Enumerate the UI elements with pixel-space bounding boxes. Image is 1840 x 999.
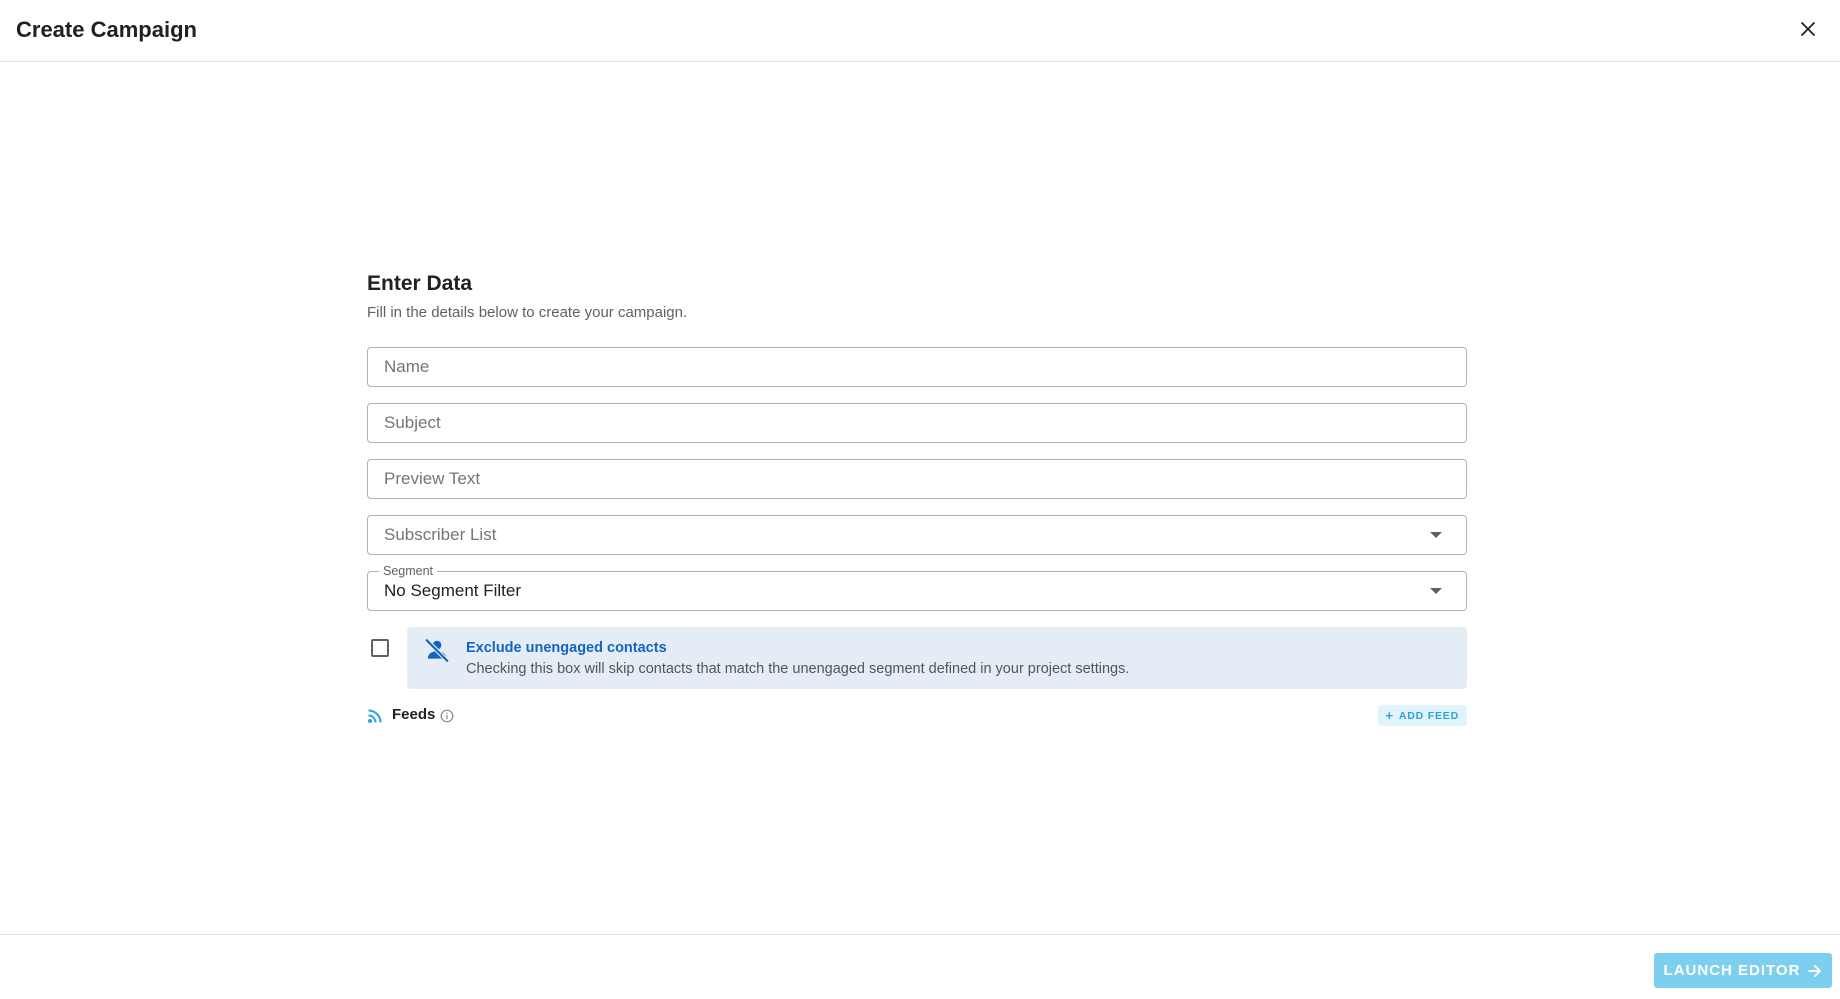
exclude-unengaged-title: Exclude unengaged contacts	[466, 640, 667, 656]
chevron-down-icon	[1430, 588, 1442, 594]
exclude-unengaged-description: Checking this box will skip contacts tha…	[466, 661, 1130, 677]
rss-feed-icon	[368, 709, 382, 723]
person-off-icon	[424, 638, 450, 663]
dialog-footer: LAUNCH EDITOR	[0, 934, 1840, 999]
subscriber-list-select[interactable]: Subscriber List	[367, 515, 1467, 555]
arrow-right-icon	[1808, 964, 1822, 977]
feeds-row: Feeds + ADD FEED	[367, 704, 1467, 728]
chevron-down-icon	[1430, 532, 1442, 538]
subject-input[interactable]	[368, 404, 1466, 442]
subscriber-list-placeholder: Subscriber List	[384, 525, 497, 544]
dialog-header: Create Campaign	[0, 0, 1840, 62]
launch-editor-button[interactable]: LAUNCH EDITOR	[1654, 953, 1832, 988]
preview-text-field	[367, 459, 1467, 499]
close-icon	[1801, 22, 1815, 36]
feeds-label: Feeds	[392, 706, 436, 723]
exclude-unengaged-checkbox[interactable]	[371, 639, 389, 657]
subject-field	[367, 403, 1467, 443]
section-subtitle: Fill in the details below to create your…	[367, 304, 688, 321]
plus-icon: +	[1385, 708, 1394, 723]
preview-text-input[interactable]	[368, 460, 1466, 498]
section-title: Enter Data	[367, 272, 473, 295]
info-icon[interactable]	[440, 709, 454, 723]
name-input[interactable]	[368, 348, 1466, 386]
add-feed-label: ADD FEED	[1398, 709, 1459, 722]
dialog-title: Create Campaign	[16, 17, 197, 42]
close-button[interactable]	[1796, 17, 1820, 41]
segment-label: Segment	[379, 564, 438, 578]
exclude-unengaged-info: Exclude unengaged contacts Checking this…	[407, 627, 1467, 689]
segment-value: No Segment Filter	[384, 581, 521, 600]
name-field	[367, 347, 1467, 387]
segment-select[interactable]: Segment No Segment Filter	[367, 564, 1467, 611]
launch-editor-label: LAUNCH EDITOR	[1663, 962, 1801, 979]
add-feed-button[interactable]: + ADD FEED	[1377, 705, 1467, 726]
